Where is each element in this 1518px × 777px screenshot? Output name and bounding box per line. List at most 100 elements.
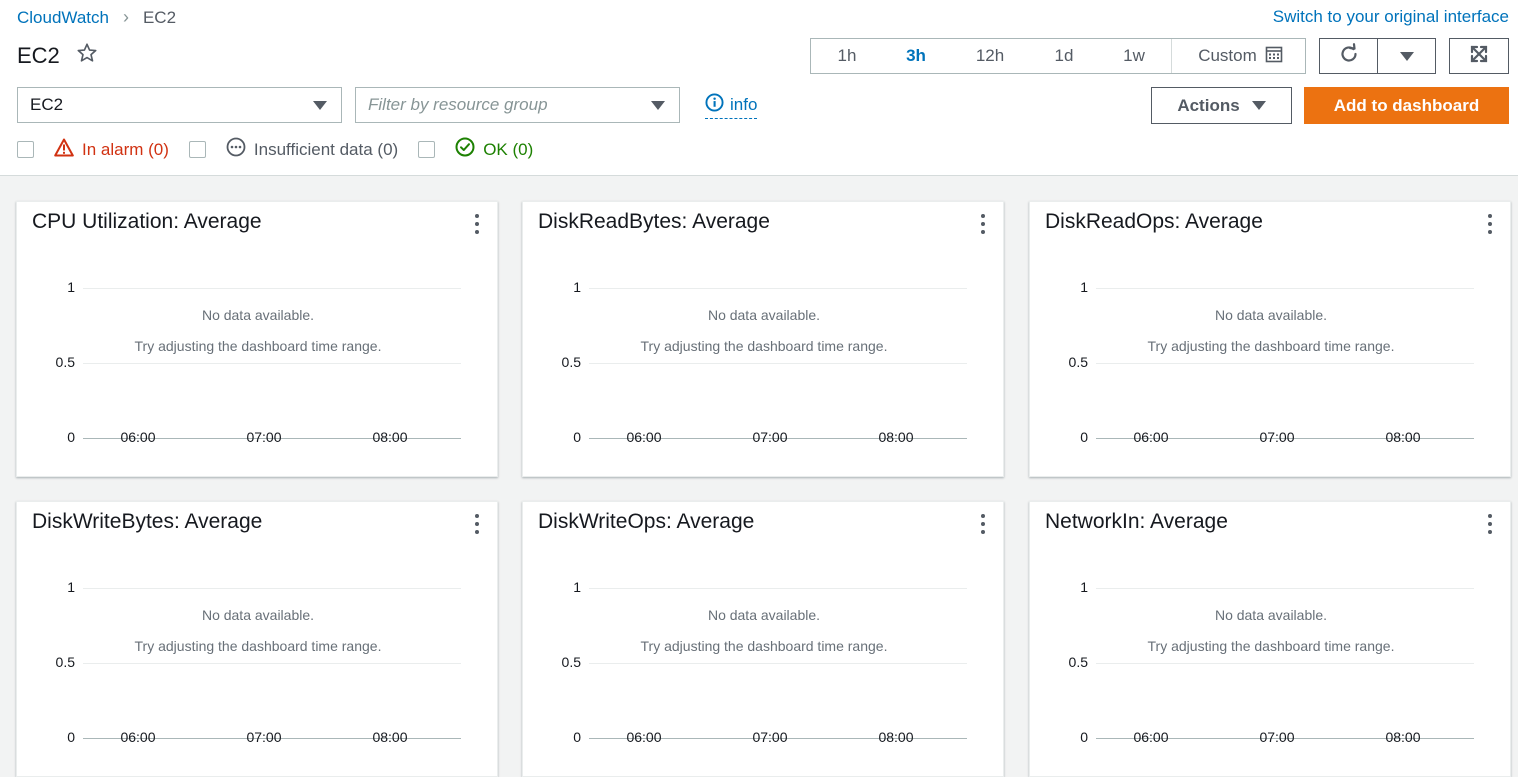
resource-group-placeholder: Filter by resource group <box>368 95 548 114</box>
no-data-hint: Try adjusting the dashboard time range. <box>640 638 888 654</box>
x-tick-label: 08:00 <box>372 429 408 445</box>
chevron-down-icon <box>1399 51 1414 61</box>
no-data-message: No data available. <box>1214 607 1328 623</box>
y-tick-label: 0.5 <box>55 354 75 370</box>
x-tick-label: 06:00 <box>1133 429 1169 445</box>
no-data-message: No data available. <box>707 307 821 323</box>
y-tick-label: 0 <box>67 729 75 745</box>
time-option-1h[interactable]: 1h <box>811 39 883 73</box>
y-tick-label: 0 <box>573 429 581 445</box>
widget-title: DiskReadOps: Average <box>1045 210 1263 233</box>
more-options-icon[interactable] <box>1487 214 1493 234</box>
info-link[interactable]: info <box>705 93 758 119</box>
alarm-filters: In alarm (0) Insufficient data (0) OK (0… <box>17 137 553 162</box>
more-options-icon[interactable] <box>474 514 480 534</box>
x-tick-label: 07:00 <box>1259 729 1295 745</box>
breadcrumb-separator: › <box>122 7 129 27</box>
chevron-down-icon <box>313 100 327 110</box>
y-tick-label: 0.5 <box>561 354 581 370</box>
insufficient-data-checkbox[interactable] <box>188 141 206 158</box>
widget-grid: CPU Utilization: Average 1 0.5 0 06:00 07:00 0… <box>0 177 1518 777</box>
refresh-icon <box>1338 42 1360 70</box>
ok-label: OK (0) <box>483 139 534 159</box>
switch-interface-link[interactable]: Switch to your original interface <box>1273 7 1509 27</box>
no-data-hint: Try adjusting the dashboard time range. <box>1147 638 1395 654</box>
in-alarm-checkbox[interactable] <box>17 141 34 158</box>
time-option-12h[interactable]: 12h <box>949 39 1031 73</box>
gridline <box>589 363 967 364</box>
y-tick-label: 0.5 <box>55 654 75 670</box>
metric-widget[interactable]: DiskWriteOps: Average 1 0.5 0 06:00 07:00 08:0… <box>522 501 1004 777</box>
x-tick-label: 07:00 <box>752 429 788 445</box>
ellipsis-circle-icon <box>226 137 246 162</box>
x-tick-label: 08:00 <box>878 729 914 745</box>
y-tick-label: 1 <box>67 279 75 295</box>
info-label: info <box>730 95 758 114</box>
more-options-icon[interactable] <box>474 214 480 234</box>
refresh-options-dropdown[interactable] <box>1377 39 1435 73</box>
more-options-icon[interactable] <box>980 214 986 234</box>
y-tick-label: 1 <box>573 579 581 595</box>
ok-checkbox[interactable] <box>418 141 436 158</box>
gridline <box>589 663 967 664</box>
gridline <box>83 588 461 589</box>
breadcrumb-current: EC2 <box>142 7 177 27</box>
widget-title: NetworkIn: Average <box>1045 510 1228 533</box>
fullscreen-button[interactable] <box>1449 38 1509 74</box>
actions-label: Actions <box>1177 95 1240 115</box>
x-tick-label: 06:00 <box>626 729 662 745</box>
gridline <box>1096 588 1474 589</box>
refresh-button[interactable] <box>1320 39 1377 73</box>
y-tick-label: 1 <box>573 279 581 295</box>
filter-insufficient-data: Insufficient data (0) <box>188 137 398 162</box>
time-option-custom[interactable]: Custom <box>1171 39 1305 73</box>
gridline <box>83 288 461 289</box>
calendar-icon <box>1265 45 1283 68</box>
service-select[interactable]: EC2 <box>17 87 342 123</box>
gridline <box>589 288 967 289</box>
more-options-icon[interactable] <box>1487 514 1493 534</box>
y-tick-label: 0 <box>1080 729 1088 745</box>
y-tick-label: 0 <box>573 729 581 745</box>
widget-title: DiskWriteBytes: Average <box>32 510 263 533</box>
no-data-message: No data available. <box>201 307 315 323</box>
breadcrumb: CloudWatch › EC2 <box>17 7 176 28</box>
in-alarm-label: In alarm (0) <box>82 139 169 159</box>
x-tick-label: 06:00 <box>626 429 662 445</box>
x-tick-label: 07:00 <box>1259 429 1295 445</box>
x-tick-label: 06:00 <box>120 729 156 745</box>
gridline <box>1096 663 1474 664</box>
time-option-1d[interactable]: 1d <box>1031 39 1097 73</box>
expand-icon <box>1469 44 1489 69</box>
metric-widget[interactable]: CPU Utilization: Average 1 0.5 0 06:00 07:00 0… <box>16 201 498 477</box>
x-tick-label: 07:00 <box>752 729 788 745</box>
custom-label: Custom <box>1198 46 1257 65</box>
time-option-1w[interactable]: 1w <box>1097 39 1171 73</box>
y-tick-label: 0.5 <box>1068 354 1088 370</box>
more-options-icon[interactable] <box>980 514 986 534</box>
y-tick-label: 0 <box>1080 429 1088 445</box>
metric-widget[interactable]: DiskReadBytes: Average 1 0.5 0 06:00 07:00 08:… <box>522 201 1004 477</box>
metric-widget[interactable]: DiskReadOps: Average 1 0.5 0 06:00 07:00 08:00… <box>1029 201 1511 477</box>
chevron-down-icon <box>651 100 665 110</box>
resource-group-filter[interactable]: Filter by resource group <box>355 87 680 123</box>
x-tick-label: 08:00 <box>372 729 408 745</box>
x-tick-label: 07:00 <box>246 429 282 445</box>
actions-dropdown-button[interactable]: Actions <box>1151 87 1292 124</box>
star-icon[interactable] <box>76 42 98 70</box>
warning-icon <box>54 138 74 162</box>
time-option-3h[interactable]: 3h <box>883 39 949 73</box>
metric-widget[interactable]: DiskWriteBytes: Average 1 0.5 0 06:00 07:00 08… <box>16 501 498 777</box>
gridline <box>83 663 461 664</box>
time-range-selector: 1h 3h 12h 1d 1w Custom <box>810 38 1306 74</box>
info-icon <box>705 93 724 117</box>
y-tick-label: 0.5 <box>1068 654 1088 670</box>
no-data-hint: Try adjusting the dashboard time range. <box>640 338 888 354</box>
add-to-dashboard-button[interactable]: Add to dashboard <box>1304 87 1509 124</box>
y-tick-label: 1 <box>1080 579 1088 595</box>
metric-widget[interactable]: NetworkIn: Average 1 0.5 0 06:00 07:00 08:00 No… <box>1029 501 1511 777</box>
gridline <box>83 363 461 364</box>
breadcrumb-cloudwatch-link[interactable]: CloudWatch <box>17 8 109 28</box>
page-title: EC2 <box>17 43 60 68</box>
x-tick-label: 06:00 <box>120 429 156 445</box>
